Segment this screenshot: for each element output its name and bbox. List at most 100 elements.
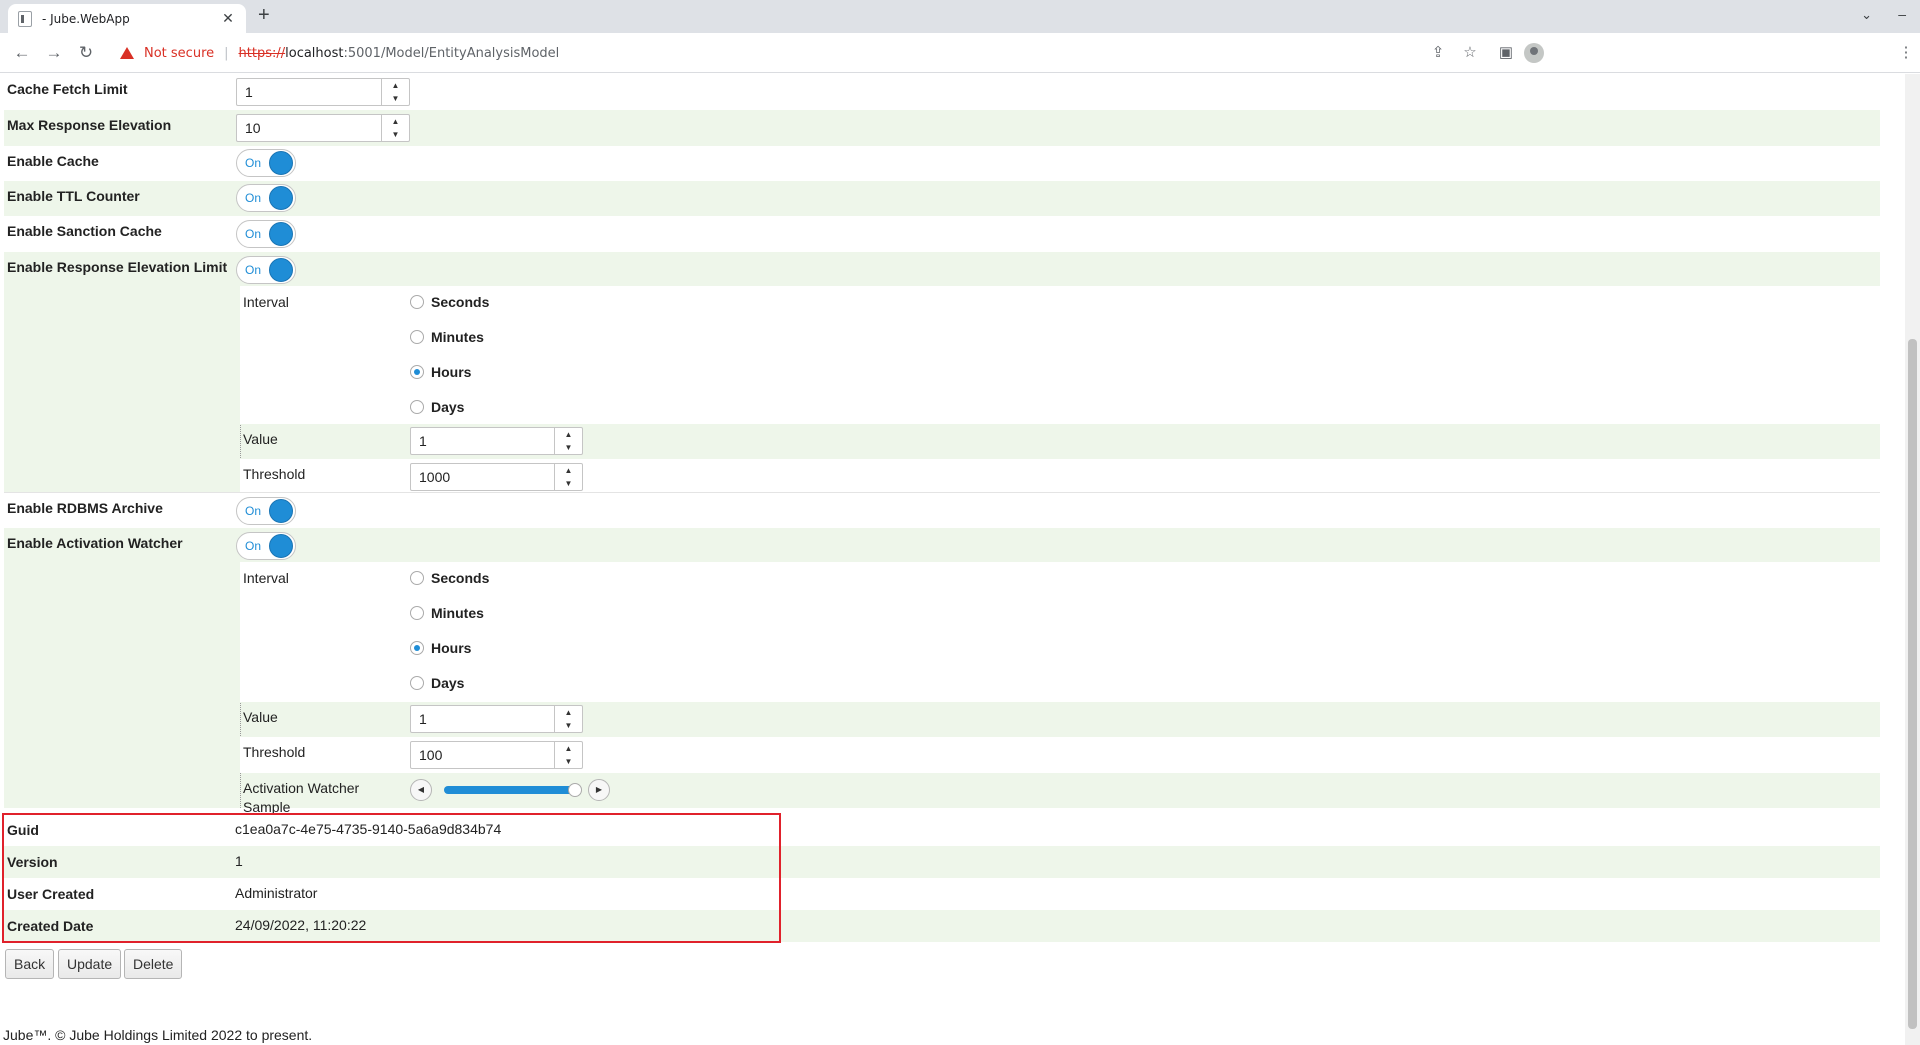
max-response-elevation-input[interactable] <box>237 115 381 141</box>
update-button[interactable]: Update <box>58 949 122 979</box>
not-secure-label[interactable]: Not secure <box>144 46 214 61</box>
decrement-arrow-icon[interactable]: ▼ <box>555 719 582 732</box>
toggle-state-label: On <box>245 227 262 241</box>
rel-interval-days-radio[interactable]: Days <box>410 399 464 415</box>
max-response-elevation-stepper[interactable]: ▲ ▼ <box>236 114 410 142</box>
enable-ttl-counter-label: Enable TTL Counter <box>7 188 140 204</box>
radio-label: Days <box>431 675 465 691</box>
tab-title: - Jube.WebApp <box>42 11 130 26</box>
cache-fetch-limit-label: Cache Fetch Limit <box>7 81 128 97</box>
page-footer: Jube™. © Jube Holdings Limited 2022 to p… <box>3 1027 313 1043</box>
browser-toolbar: ← → ↻ Not secure | https:// localhost :5… <box>0 33 1920 73</box>
slider-track[interactable] <box>444 786 574 794</box>
increment-arrow-icon[interactable]: ▲ <box>555 742 582 755</box>
aw-sample-slider[interactable]: ◀ ▶ <box>410 779 610 801</box>
toggle-state-label: On <box>245 191 262 205</box>
radio-label: Minutes <box>431 605 484 621</box>
page-favicon-icon <box>18 10 32 27</box>
highlight-box <box>2 813 781 943</box>
minimize-icon[interactable]: – <box>1898 6 1906 22</box>
increment-arrow-icon[interactable]: ▲ <box>382 115 409 128</box>
enable-rdbms-archive-row: Enable RDBMS Archive On <box>4 492 1880 528</box>
rel-threshold-stepper[interactable]: ▲ ▼ <box>410 463 583 491</box>
reload-icon[interactable]: ↻ <box>74 41 98 65</box>
toggle-state-label: On <box>245 263 262 277</box>
aw-interval-seconds-radio[interactable]: Seconds <box>410 570 489 586</box>
toggle-state-label: On <box>245 504 262 518</box>
radio-label: Seconds <box>431 294 490 310</box>
rel-value-input[interactable] <box>411 428 554 454</box>
cache-fetch-limit-row: Cache Fetch Limit ▲ ▼ <box>4 74 1880 110</box>
aw-value-stepper[interactable]: ▲ ▼ <box>410 705 583 733</box>
increment-arrow-icon[interactable]: ▲ <box>382 79 409 92</box>
slider-right-arrow-icon[interactable]: ▶ <box>588 779 610 801</box>
enable-ttl-counter-toggle[interactable]: On <box>236 184 296 212</box>
enable-activation-watcher-row: Enable Activation Watcher On Interval Se… <box>4 528 1884 815</box>
new-tab-icon[interactable]: + <box>258 4 270 27</box>
rel-interval-hours-radio[interactable]: Hours <box>410 364 471 380</box>
page-scrollbar[interactable] <box>1905 74 1920 1045</box>
delete-button[interactable]: Delete <box>124 949 183 979</box>
profile-avatar-icon[interactable] <box>1524 43 1544 63</box>
close-icon[interactable]: ✕ <box>220 10 236 27</box>
enable-sanction-cache-row: Enable Sanction Cache On <box>4 216 1880 252</box>
toggle-knob <box>269 258 293 282</box>
kebab-menu-icon[interactable]: ⋮ <box>1896 43 1916 61</box>
enable-activation-watcher-toggle[interactable]: On <box>236 532 296 560</box>
aw-interval-days-radio[interactable]: Days <box>410 675 464 691</box>
aw-interval-hours-radio[interactable]: Hours <box>410 640 471 656</box>
back-button[interactable]: Back <box>5 949 55 979</box>
aw-sample-label: Activation Watcher Sample <box>243 779 359 817</box>
enable-rdbms-archive-toggle[interactable]: On <box>236 497 296 525</box>
browser-tab[interactable]: - Jube.WebApp ✕ <box>8 4 246 33</box>
cache-fetch-limit-stepper[interactable]: ▲ ▼ <box>236 78 410 106</box>
slider-left-arrow-icon[interactable]: ◀ <box>410 779 432 801</box>
toggle-knob <box>269 151 293 175</box>
rel-interval-label: Interval <box>243 294 289 310</box>
url-host: localhost <box>285 45 344 61</box>
rel-threshold-label: Threshold <box>243 466 306 482</box>
enable-ttl-counter-row: Enable TTL Counter On <box>4 181 1880 216</box>
enable-cache-toggle[interactable]: On <box>236 149 296 177</box>
enable-response-elevation-limit-toggle[interactable]: On <box>236 256 296 284</box>
enable-sanction-cache-label: Enable Sanction Cache <box>7 223 162 239</box>
scrollbar-thumb[interactable] <box>1908 339 1917 1029</box>
rel-value-stepper[interactable]: ▲ ▼ <box>410 427 583 455</box>
radio-circle <box>410 295 424 309</box>
decrement-arrow-icon[interactable]: ▼ <box>382 92 409 105</box>
toggle-knob <box>269 222 293 246</box>
slider-thumb[interactable] <box>568 783 582 797</box>
rel-interval-minutes-radio[interactable]: Minutes <box>410 329 484 345</box>
toggle-knob <box>269 534 293 558</box>
enable-sanction-cache-toggle[interactable]: On <box>236 220 296 248</box>
aw-threshold-subrow: Threshold ▲ ▼ <box>240 737 1884 773</box>
aw-value-input[interactable] <box>411 706 554 732</box>
radio-circle <box>410 330 424 344</box>
cache-fetch-limit-input[interactable] <box>237 79 381 105</box>
share-icon[interactable]: ⇪ <box>1428 43 1448 61</box>
address-separator: | <box>224 45 229 61</box>
warning-icon <box>120 47 134 59</box>
decrement-arrow-icon[interactable]: ▼ <box>555 477 582 490</box>
increment-arrow-icon[interactable]: ▲ <box>555 706 582 719</box>
aw-threshold-input[interactable] <box>411 742 554 768</box>
aw-interval-minutes-radio[interactable]: Minutes <box>410 605 484 621</box>
url-path: :5001/Model/EntityAnalysisModel <box>343 45 560 61</box>
chevron-down-icon[interactable]: ⌄ <box>1861 7 1872 23</box>
decrement-arrow-icon[interactable]: ▼ <box>555 755 582 768</box>
star-icon[interactable]: ☆ <box>1460 43 1480 61</box>
radio-label: Days <box>431 399 465 415</box>
enable-cache-label: Enable Cache <box>7 153 99 169</box>
forward-arrow-icon[interactable]: → <box>42 41 66 65</box>
back-arrow-icon[interactable]: ← <box>10 41 34 65</box>
enable-response-elevation-limit-label: Enable Response Elevation Limit <box>7 259 228 275</box>
rel-threshold-input[interactable] <box>411 464 554 490</box>
aw-threshold-stepper[interactable]: ▲ ▼ <box>410 741 583 769</box>
side-panel-icon[interactable]: ▣ <box>1496 43 1516 61</box>
rel-interval-seconds-radio[interactable]: Seconds <box>410 294 489 310</box>
decrement-arrow-icon[interactable]: ▼ <box>382 128 409 141</box>
increment-arrow-icon[interactable]: ▲ <box>555 428 582 441</box>
increment-arrow-icon[interactable]: ▲ <box>555 464 582 477</box>
toggle-knob <box>269 499 293 523</box>
decrement-arrow-icon[interactable]: ▼ <box>555 441 582 454</box>
